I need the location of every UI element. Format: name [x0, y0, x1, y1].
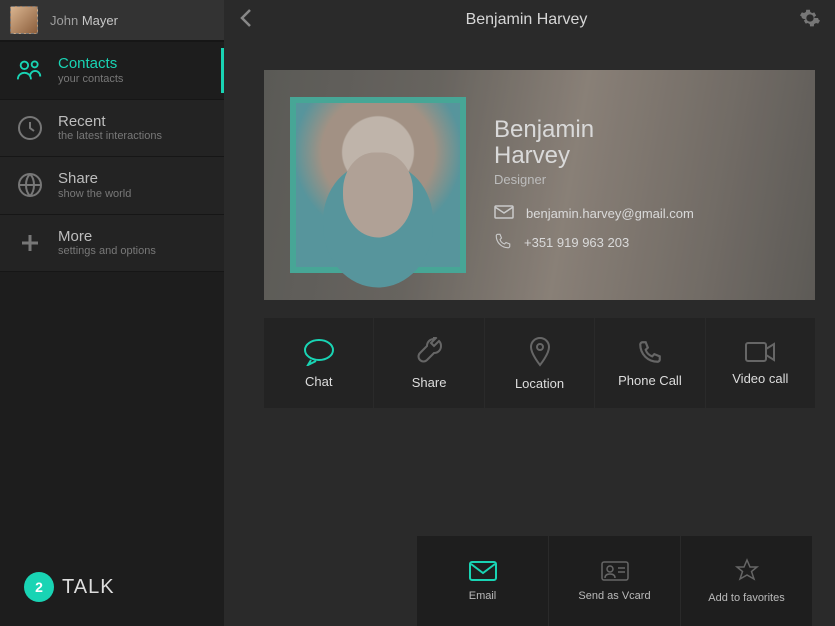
sidebar-item-recent[interactable]: Recent the latest interactions [0, 100, 224, 158]
settings-button[interactable] [799, 7, 821, 34]
profile-card: BenjaminHarvey Designer benjamin.harvey@… [264, 70, 815, 300]
envelope-icon [494, 205, 514, 222]
action-location[interactable]: Location [485, 318, 594, 408]
action-phone-call[interactable]: Phone Call [595, 318, 704, 408]
contacts-icon [16, 58, 44, 82]
profile-phone: +351 919 963 203 [524, 235, 629, 250]
bottom-action-favorite[interactable]: Add to favorites [681, 536, 812, 626]
profile-photo [290, 97, 466, 273]
header: Benjamin Harvey [224, 0, 835, 40]
sidebar-item-contacts[interactable]: Contacts your contacts [0, 42, 224, 100]
profile-email: benjamin.harvey@gmail.com [526, 206, 694, 221]
nav-label: Recent [58, 114, 162, 131]
profile-email-row: benjamin.harvey@gmail.com [494, 205, 694, 222]
nav-sublabel: settings and options [58, 245, 156, 257]
brand-logo: 2 TALK [0, 548, 224, 626]
action-share[interactable]: Share [374, 318, 483, 408]
profile-role: Designer [494, 172, 694, 187]
profile-name: BenjaminHarvey [494, 117, 694, 167]
plus-icon [16, 232, 44, 254]
brand-name: TALK [62, 576, 115, 599]
action-video-call[interactable]: Video call [706, 318, 815, 408]
sidebar: John Mayer Contacts your contacts Recent [0, 0, 224, 626]
bottom-action-vcard[interactable]: Send as Vcard [549, 536, 680, 626]
nav-label: More [58, 229, 156, 246]
action-label: Share [412, 375, 447, 390]
back-button[interactable] [238, 6, 254, 35]
action-label: Add to favorites [708, 592, 784, 604]
action-chat[interactable]: Chat [264, 318, 373, 408]
globe-icon [16, 172, 44, 198]
profile-phone-row: +351 919 963 203 [494, 232, 694, 253]
nav-label: Contacts [58, 56, 123, 73]
nav-sublabel: the latest interactions [58, 130, 162, 142]
user-avatar [10, 6, 38, 34]
current-user-bar[interactable]: John Mayer [0, 0, 224, 40]
main-panel: Benjamin Harvey BenjaminHarvey Designer … [224, 0, 835, 626]
action-label: Send as Vcard [578, 590, 650, 602]
action-label: Location [515, 376, 564, 391]
sidebar-item-more[interactable]: More settings and options [0, 215, 224, 273]
user-name: John Mayer [50, 13, 118, 28]
nav-sublabel: show the world [58, 188, 131, 200]
bottom-action-email[interactable]: Email [417, 536, 548, 626]
clock-icon [16, 115, 44, 141]
action-row: Chat Share Location Phone Call Video cal… [264, 318, 815, 408]
action-label: Chat [305, 374, 332, 389]
brand-badge-icon: 2 [24, 572, 54, 602]
phone-icon [494, 232, 512, 253]
action-label: Video call [732, 371, 788, 386]
nav-label: Share [58, 171, 131, 188]
sidebar-nav: Contacts your contacts Recent the latest… [0, 40, 224, 272]
page-title: Benjamin Harvey [268, 11, 785, 29]
action-label: Email [469, 590, 497, 602]
bottom-action-row: Email Send as Vcard Add to favorites [264, 536, 815, 626]
action-label: Phone Call [618, 373, 682, 388]
nav-sublabel: your contacts [58, 73, 123, 85]
sidebar-item-share[interactable]: Share show the world [0, 157, 224, 215]
